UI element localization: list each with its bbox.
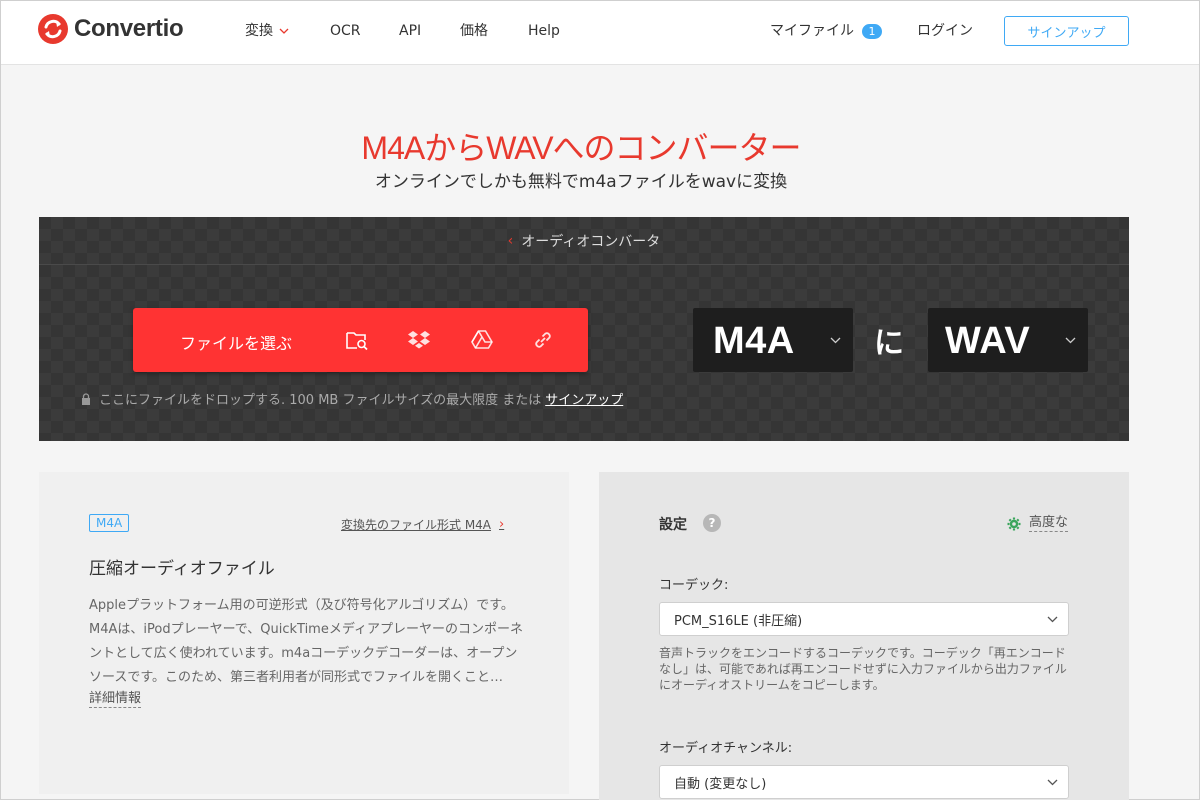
format-info-card: M4A 変換先のファイル形式 M4A › 圧縮オーディオファイル Appleプラ… [39,472,569,794]
dropbox-icon[interactable] [407,328,431,352]
choose-file-button[interactable]: ファイルを選ぶ [133,308,588,372]
url-link-icon[interactable] [531,328,555,352]
target-format-link-label: 変換先のファイル形式 M4A [341,518,492,532]
nav-convert[interactable]: 変換 [245,21,289,41]
my-files-link[interactable]: マイファイル 1 [770,21,882,41]
chevron-down-icon [830,337,841,344]
audio-channel-value: 自動 (変更なし) [674,776,767,792]
help-icon[interactable]: ? [703,514,721,532]
codec-value: PCM_S16LE (非圧縮) [674,613,803,629]
signup-button[interactable]: サインアップ [1004,16,1129,46]
chevron-left-icon: ‹ [507,232,514,249]
settings-card: 設定 ? 高度な コーデック: PCM_S16LE (非圧縮) 音声トラックをエ… [599,472,1129,800]
drop-note: ここにファイルをドロップする. 100 MB ファイルサイズの最大限度 または … [81,389,623,408]
folder-search-icon[interactable] [345,328,369,352]
audio-channel-label: オーディオチャンネル: [659,741,793,756]
nav-pricing[interactable]: 価格 [460,21,488,41]
gear-icon [1007,517,1021,530]
drop-note-signup-link[interactable]: サインアップ [545,389,623,408]
source-format-select[interactable]: M4A [693,308,853,372]
advanced-label: 高度な [1029,515,1069,532]
more-info-link[interactable]: 詳細情報 [89,691,142,708]
page-title: M4AからWAVへのコンバーター [361,130,801,166]
codec-label: コーデック: [659,578,729,593]
page-subtitle: オンラインでしかも無料でm4aファイルをwavに変換 [374,172,788,192]
file-count-badge: 1 [862,23,882,39]
brand-name: Convertio [74,15,184,42]
chevron-down-icon [279,28,289,34]
my-files-label: マイファイル [770,23,854,39]
target-format-select[interactable]: WAV [928,308,1088,372]
settings-title: 設定 [659,517,687,533]
convertio-logo-icon [38,14,68,44]
top-header: Convertio 変換 OCR API 価格 Help マイファイル 1 ログ… [1,1,1199,65]
advanced-settings-link[interactable]: 高度な [1007,515,1069,532]
converter-panel: ‹ オーディオコンバータ ファイルを選ぶ ここにファイルをドロップする. 100 [39,217,1129,441]
chevron-down-icon [1047,616,1058,623]
format-title: 圧縮オーディオファイル [89,559,275,579]
brand-logo[interactable]: Convertio [38,14,184,44]
breadcrumb[interactable]: ‹ オーディオコンバータ [39,217,1129,265]
source-format-label: M4A [713,320,795,362]
chevron-down-icon [1065,337,1076,344]
nav-convert-label: 変換 [245,23,273,39]
format-connector: に [874,326,904,361]
codec-help-text: 音声トラックをエンコードするコーデックです。コーデック「再エンコードなし」は、可… [659,646,1067,692]
audio-channel-select[interactable]: 自動 (変更なし) [659,765,1069,799]
google-drive-icon[interactable] [470,328,494,352]
nav-ocr[interactable]: OCR [330,21,361,41]
drop-note-text: ここにファイルをドロップする. 100 MB ファイルサイズの最大限度 または [99,393,542,408]
chevron-right-icon: › [499,517,505,532]
format-description: Appleプラットフォーム用の可逆形式（及び符号化アルゴリズム）です。M4Aは、… [89,598,523,685]
target-format-label: WAV [945,320,1031,362]
nav-help[interactable]: Help [528,21,560,41]
nav-api[interactable]: API [399,21,421,41]
login-link[interactable]: ログイン [917,21,973,41]
choose-file-label: ファイルを選ぶ [180,334,293,353]
chevron-down-icon [1047,779,1058,786]
lock-icon [82,392,90,405]
target-format-link[interactable]: 変換先のファイル形式 M4A › [341,516,504,533]
breadcrumb-label: オーディオコンバータ [521,233,661,250]
codec-select[interactable]: PCM_S16LE (非圧縮) [659,602,1069,636]
format-tag: M4A [89,514,130,532]
